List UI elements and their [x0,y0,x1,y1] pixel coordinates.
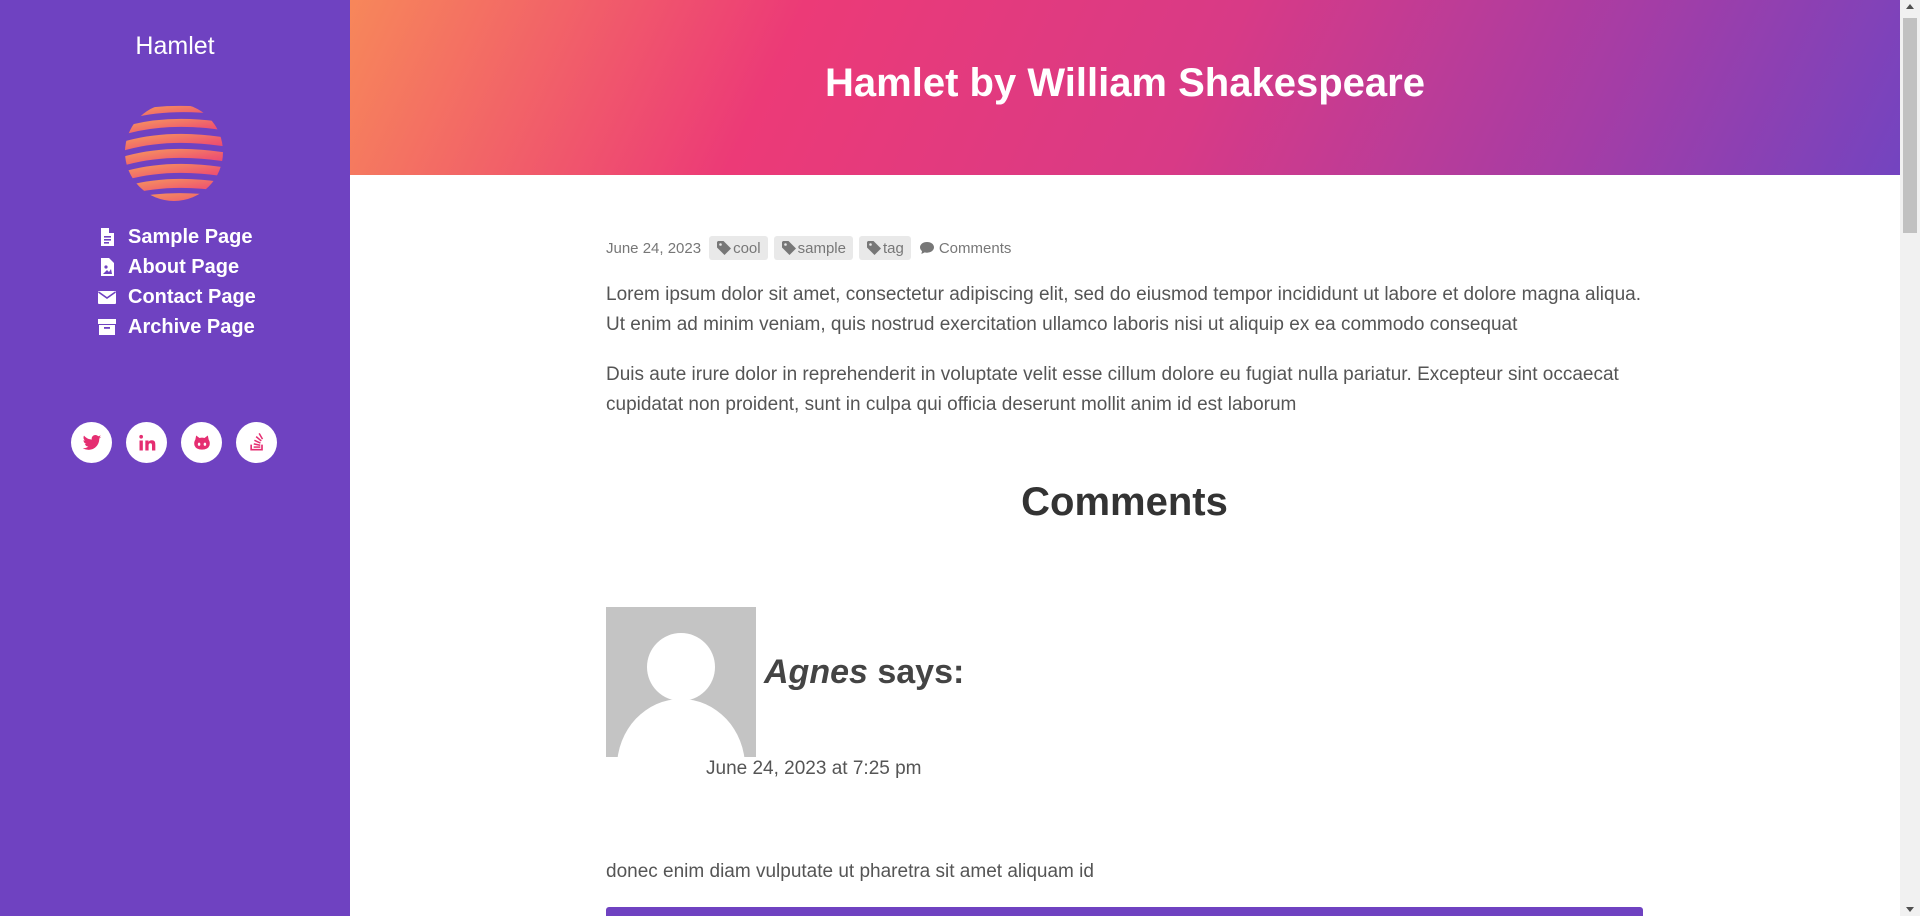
sidebar-nav: Sample Page About Page Contact Page Arch… [97,222,256,342]
page-title: Hamlet by William Shakespeare [825,61,1425,105]
nav-label: Archive Page [128,315,255,338]
tag-icon [781,241,796,255]
tag-icon [866,241,881,255]
vertical-scrollbar[interactable] [1900,0,1920,916]
scroll-thumb[interactable] [1903,18,1917,233]
stack-overflow-link[interactable] [236,422,277,463]
sidebar: Hamlet Sample Page About Page Contact Pa… [0,0,350,916]
hero-header: Hamlet by William Shakespeare [350,0,1900,175]
github-link[interactable] [181,422,222,463]
nav-contact-page[interactable]: Contact Page [97,282,256,312]
nav-label: Sample Page [128,225,253,248]
github-icon [193,435,210,450]
reply-button[interactable] [606,907,1643,916]
comment-author-name[interactable]: Agnes [764,653,868,691]
comment-bubble-icon [919,242,934,254]
avatar [606,607,756,757]
scroll-up-arrow-icon[interactable] [1906,4,1914,9]
scroll-down-arrow-icon[interactable] [1906,907,1914,912]
tag-icon [717,241,732,255]
nav-label: Contact Page [128,285,256,308]
comments-link-label: Comments [938,239,1012,257]
comments-link[interactable]: Comments [919,239,1012,257]
nav-sample-page[interactable]: Sample Page [97,222,256,252]
tag-label: cool [733,239,761,257]
nav-label: About Page [128,255,240,278]
envelope-icon [98,291,116,304]
comments-heading: Comments [1021,480,1228,524]
post-date: June 24, 2023 [606,239,702,257]
file-text-icon [101,228,114,246]
tag-sample[interactable]: sample [773,236,853,260]
site-title-link[interactable]: Hamlet [0,32,350,61]
social-links [71,422,291,463]
main-content: Hamlet by William Shakespeare June 24, 2… [350,0,1900,916]
file-image-icon [101,258,114,276]
archive-box-icon [98,319,116,335]
comment-author: Agnes says: [764,653,964,692]
tag-tag[interactable]: tag [858,236,911,260]
twitter-link[interactable] [71,422,112,463]
striped-globe-logo[interactable] [124,102,224,202]
twitter-icon [82,434,101,450]
linkedin-link[interactable] [126,422,167,463]
nav-archive-page[interactable]: Archive Page [97,312,256,342]
tag-label: sample [797,239,846,257]
post-paragraph: Lorem ipsum dolor sit amet, consectetur … [606,284,1642,335]
post-meta: June 24, 2023 cool sample tag Comments [606,236,1011,260]
comment-says: says: [867,653,965,691]
nav-about-page[interactable]: About Page [97,252,256,282]
tag-cool[interactable]: cool [709,236,768,260]
tag-label: tag [882,239,904,257]
linkedin-icon [138,434,155,450]
post-paragraph: Duis aute irure dolor in reprehenderit i… [606,364,1619,415]
comment-text: donec enim diam vulputate ut pharetra si… [606,861,1094,882]
comment-date-link[interactable]: June 24, 2023 at 7:25 pm [706,758,922,780]
stack-overflow-icon [249,432,263,450]
